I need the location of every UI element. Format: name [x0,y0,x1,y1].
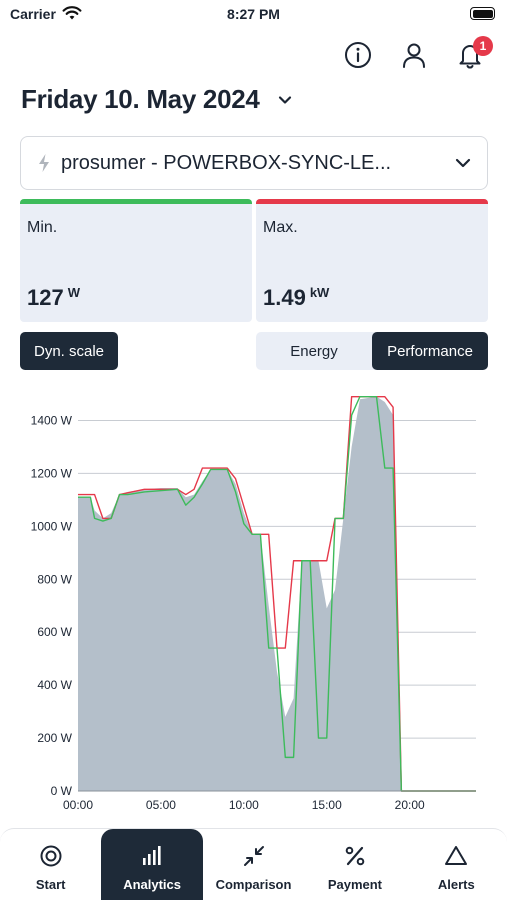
device-select[interactable]: prosumer - POWERBOX-SYNC-LE... [20,136,488,190]
notifications-button[interactable]: 1 [453,36,493,72]
max-unit: kW [309,285,330,300]
y-tick-label: 1200 W [31,466,73,480]
device-select-label: prosumer - POWERBOX-SYNC-LE... [61,151,392,174]
profile-button[interactable] [397,38,431,72]
x-tick-label: 10:00 [229,798,259,812]
info-button[interactable] [341,38,375,72]
tab-comparison-label: Comparison [215,877,292,892]
y-tick-label: 800 W [37,572,72,586]
max-card: Max. 1.49 kW [256,199,488,322]
clock: 8:27 PM [227,6,280,22]
chevron-down-icon [455,158,471,168]
max-value-block: 1.49 kW [263,285,329,311]
min-card: Min. 127 W [20,199,252,322]
tab-analytics-label: Analytics [123,877,182,892]
y-tick-label: 1400 W [31,413,73,427]
tab-start-label: Start [35,877,66,892]
toggle-performance[interactable]: Performance [372,332,488,370]
tab-bar: Start Analytics Comparison Payment Alert… [0,828,507,900]
tab-payment-label: Payment [327,877,383,892]
alert-triangle-icon [445,846,468,865]
x-tick-label: 20:00 [395,798,425,812]
min-value: 127 [27,285,64,310]
y-tick-label: 1000 W [31,519,73,533]
tab-start[interactable]: Start [0,829,101,900]
date-picker[interactable]: Friday 10. May 2024 [21,84,292,115]
y-tick-label: 200 W [37,731,72,745]
max-accent-bar [256,199,488,204]
chevron-down-icon [278,95,291,104]
tab-payment[interactable]: Payment [304,829,405,900]
start-icon [40,845,62,867]
status-bar: Carrier 8:27 PM [0,0,507,30]
user-icon [403,43,425,68]
y-tick-label: 0 W [51,784,73,798]
tab-comparison[interactable]: Comparison [203,829,304,900]
x-tick-label: 00:00 [63,798,93,812]
analytics-icon [143,846,161,865]
x-tick-label: 15:00 [312,798,342,812]
max-title: Max. [263,219,298,236]
tab-alerts[interactable]: Alerts [406,829,507,900]
series-area [78,396,476,791]
tab-analytics[interactable]: Analytics [101,829,203,900]
battery-icon [470,7,495,20]
bolt-icon [39,154,49,172]
header-actions: 1 [341,36,493,72]
min-unit: W [67,285,80,300]
info-icon [345,42,371,68]
x-tick-label: 05:00 [146,798,176,812]
percent-icon [345,846,365,866]
min-value-block: 127 W [27,285,80,311]
mode-toggle: Energy Performance [256,332,488,370]
tab-alerts-label: Alerts [437,877,475,892]
min-accent-bar [20,199,252,204]
dyn-scale-button[interactable]: Dyn. scale [20,332,118,370]
power-chart: 0 W 200 W 400 W 600 W 800 W 1000 W 1200 W 1400 … [31,395,476,812]
comparison-icon [243,846,264,866]
toggle-energy[interactable]: Energy [256,332,372,370]
min-title: Min. [27,219,58,236]
y-tick-label: 400 W [37,678,72,692]
y-tick-label: 600 W [37,625,72,639]
max-value: 1.49 [263,285,306,310]
notification-badge: 1 [473,36,493,56]
date-title: Friday 10. May 2024 [21,84,260,114]
